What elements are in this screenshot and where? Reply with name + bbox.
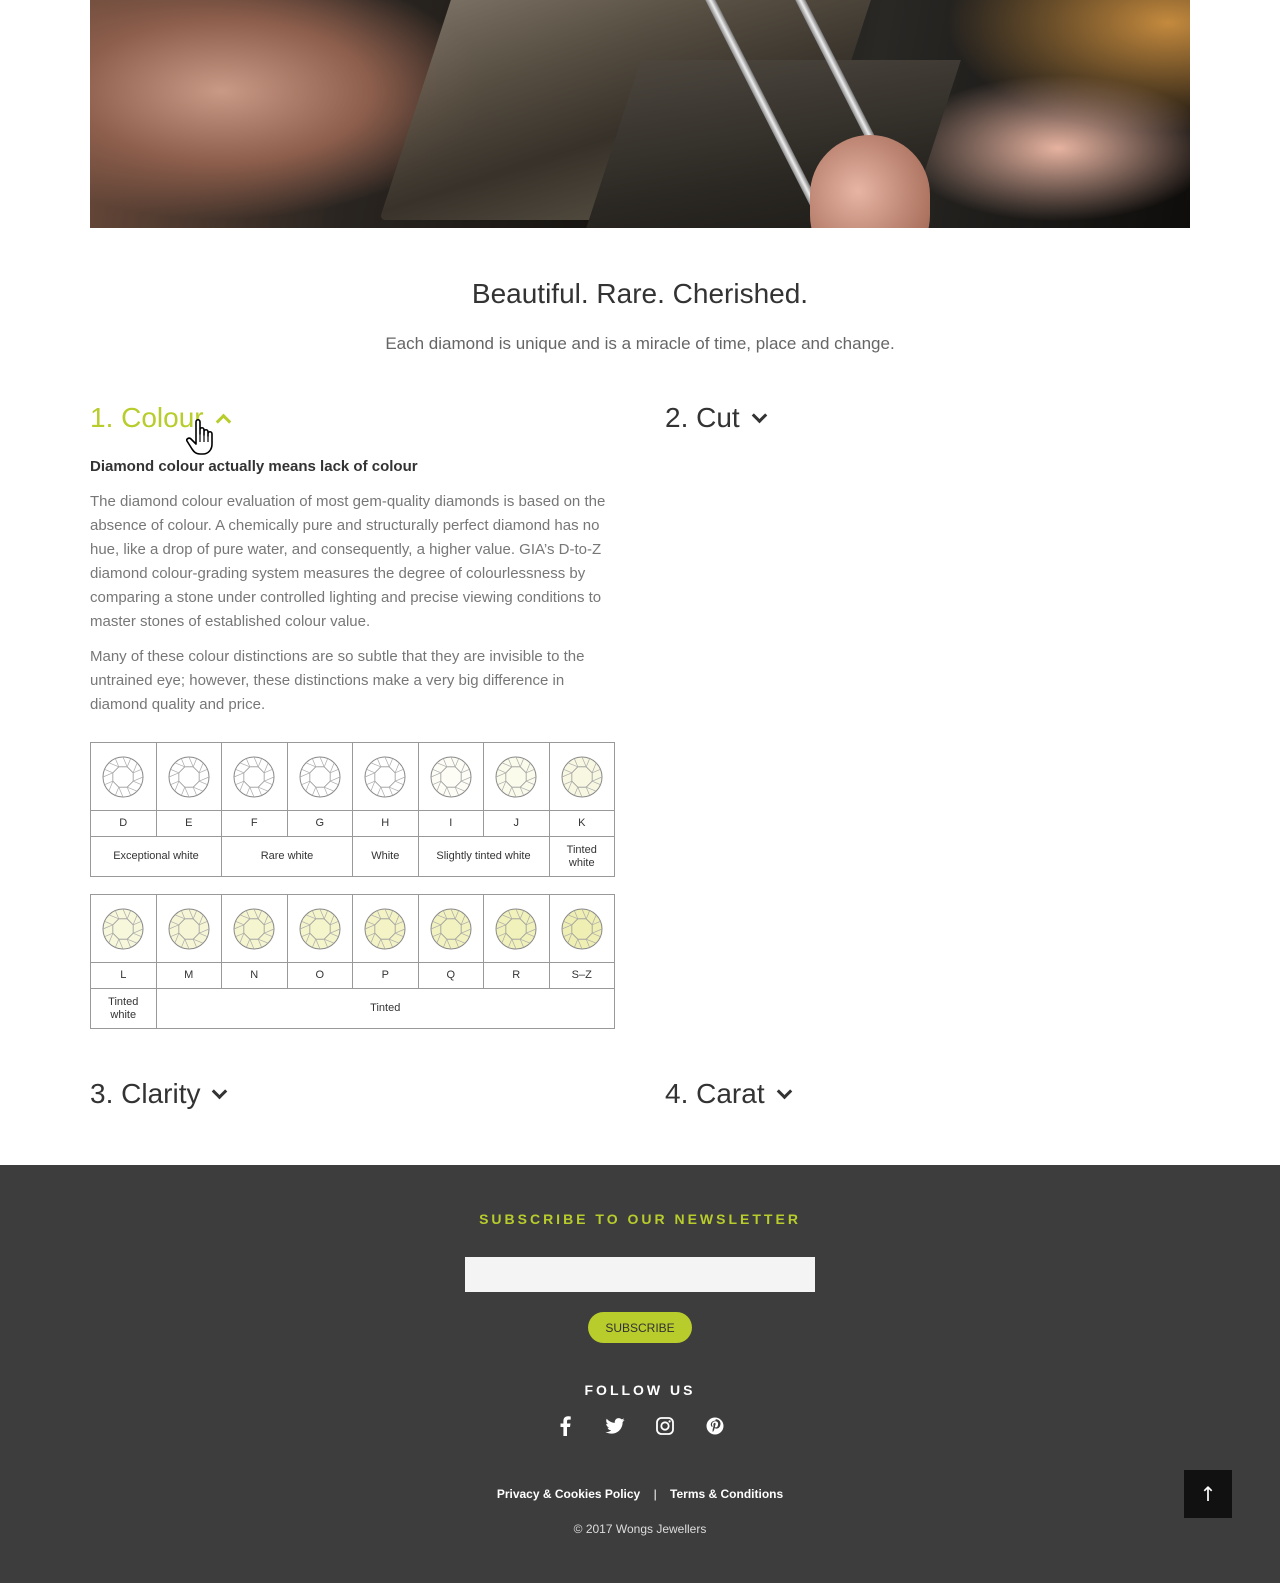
colour-paragraph-1: The diamond colour evaluation of most ge… bbox=[90, 493, 606, 630]
diamond-cell bbox=[352, 894, 419, 963]
pinterest-icon[interactable] bbox=[705, 1416, 725, 1436]
grade-letter: I bbox=[417, 810, 484, 837]
diamond-icon bbox=[561, 756, 603, 797]
diamond-cell bbox=[548, 894, 615, 963]
grade-letter: L bbox=[90, 962, 157, 989]
diamond-cell bbox=[417, 742, 484, 811]
grade-group-row: Tinted white Tinted bbox=[90, 988, 615, 1029]
diamond-icon bbox=[102, 756, 144, 797]
diamond-icon bbox=[430, 908, 472, 949]
grade-letter: E bbox=[155, 810, 222, 837]
diamond-icon bbox=[430, 756, 472, 797]
footer-link-separator: | bbox=[653, 1487, 657, 1501]
facebook-icon[interactable] bbox=[555, 1416, 575, 1436]
newsletter-email-input[interactable] bbox=[465, 1257, 815, 1292]
grade-letter: P bbox=[352, 962, 419, 989]
follow-us-title: FOLLOW US bbox=[584, 1382, 696, 1398]
diamond-cell bbox=[90, 894, 157, 963]
footer-links: Privacy & Cookies Policy | Terms & Condi… bbox=[0, 1487, 1280, 1501]
grade-letter: S–Z bbox=[548, 962, 615, 989]
colour-grade-table-l-z: L M N O P Q R S–Z Tinted white Tinted bbox=[90, 894, 615, 1029]
grade-letter: G bbox=[286, 810, 353, 837]
diamond-cell bbox=[483, 894, 550, 963]
grade-group-label: White bbox=[352, 836, 419, 877]
colour-heading: Diamond colour actually means lack of co… bbox=[90, 458, 418, 475]
hero-image bbox=[90, 0, 1190, 228]
grade-letter: M bbox=[155, 962, 222, 989]
back-to-top-button[interactable]: ↑ bbox=[1184, 1470, 1232, 1518]
gem-row bbox=[90, 742, 615, 811]
chevron-down-icon bbox=[777, 1088, 789, 1100]
newsletter-title: SUBSCRIBE TO OUR NEWSLETTER bbox=[479, 1211, 801, 1227]
grade-group-label: Tinted white bbox=[548, 836, 615, 877]
hand-cursor-icon bbox=[186, 418, 213, 455]
subscribe-button[interactable]: SUBSCRIBE bbox=[588, 1312, 692, 1343]
accordion-clarity-label: 3. Clarity bbox=[90, 1078, 201, 1109]
colour-paragraph-2: Many of these colour distinctions are so… bbox=[90, 648, 585, 713]
accordion-clarity[interactable]: 3. Clarity bbox=[90, 1078, 224, 1110]
diamond-icon bbox=[168, 756, 210, 797]
diamond-cell bbox=[286, 742, 353, 811]
footer bbox=[0, 1165, 1280, 1583]
diamond-icon bbox=[233, 908, 275, 949]
diamond-cell bbox=[155, 894, 222, 963]
twitter-icon[interactable] bbox=[605, 1416, 625, 1436]
diamond-icon bbox=[495, 908, 537, 949]
grade-letter: F bbox=[221, 810, 288, 837]
diamond-cell bbox=[90, 742, 157, 811]
accordion-carat[interactable]: 4. Carat bbox=[665, 1078, 789, 1110]
grade-letter: H bbox=[352, 810, 419, 837]
grade-group-label: Tinted white bbox=[90, 988, 157, 1029]
grade-letter: R bbox=[483, 962, 550, 989]
diamond-cell bbox=[221, 894, 288, 963]
diamond-cell bbox=[483, 742, 550, 811]
grade-group-label: Slightly tinted white bbox=[417, 836, 550, 877]
grade-letter: K bbox=[548, 810, 615, 837]
accordion-carat-label: 4. Carat bbox=[665, 1078, 765, 1109]
diamond-cell bbox=[155, 742, 222, 811]
diamond-icon bbox=[495, 756, 537, 797]
diamond-icon bbox=[102, 908, 144, 949]
diamond-icon bbox=[561, 908, 603, 949]
accordion-cut-label: 2. Cut bbox=[665, 402, 740, 433]
gem-row bbox=[90, 894, 615, 963]
grade-letter-row: DEFGHIJK bbox=[90, 810, 615, 837]
diamond-icon bbox=[299, 908, 341, 949]
arrow-up-icon: ↑ bbox=[1199, 1482, 1217, 1506]
chevron-down-icon bbox=[752, 412, 764, 424]
colour-grade-table-d-k: DEFGHIJK Exceptional white Rare white Whit… bbox=[90, 742, 615, 877]
instagram-icon[interactable] bbox=[655, 1416, 675, 1436]
grade-letter: N bbox=[221, 962, 288, 989]
grade-group-label: Tinted bbox=[155, 988, 615, 1029]
chevron-down-icon bbox=[212, 1088, 224, 1100]
copyright: © 2017 Wongs Jewellers bbox=[573, 1522, 707, 1536]
diamond-icon bbox=[364, 756, 406, 797]
privacy-policy-link[interactable]: Privacy & Cookies Policy bbox=[497, 1487, 640, 1501]
diamond-icon bbox=[168, 908, 210, 949]
terms-link[interactable]: Terms & Conditions bbox=[670, 1487, 783, 1501]
diamond-icon bbox=[233, 756, 275, 797]
grade-letter-row: L M N O P Q R S–Z bbox=[90, 962, 615, 989]
diamond-cell bbox=[548, 742, 615, 811]
diamond-cell bbox=[352, 742, 419, 811]
grade-letter: D bbox=[90, 810, 157, 837]
accordion-cut[interactable]: 2. Cut bbox=[665, 402, 764, 434]
grade-letter: O bbox=[286, 962, 353, 989]
grade-letter: J bbox=[483, 810, 550, 837]
diamond-cell bbox=[417, 894, 484, 963]
grade-group-label: Rare white bbox=[221, 836, 353, 877]
diamond-cell bbox=[286, 894, 353, 963]
page-subheadline: Each diamond is unique and is a miracle … bbox=[385, 334, 895, 353]
page-headline: Beautiful. Rare. Cherished. bbox=[471, 278, 809, 309]
social-links bbox=[0, 1416, 1280, 1436]
diamond-cell bbox=[221, 742, 288, 811]
grade-group-label: Exceptional white bbox=[90, 836, 222, 877]
diamond-icon bbox=[364, 908, 406, 949]
grade-letter: Q bbox=[417, 962, 484, 989]
grade-group-row: Exceptional white Rare white White Slightly… bbox=[90, 836, 615, 877]
diamond-icon bbox=[299, 756, 341, 797]
